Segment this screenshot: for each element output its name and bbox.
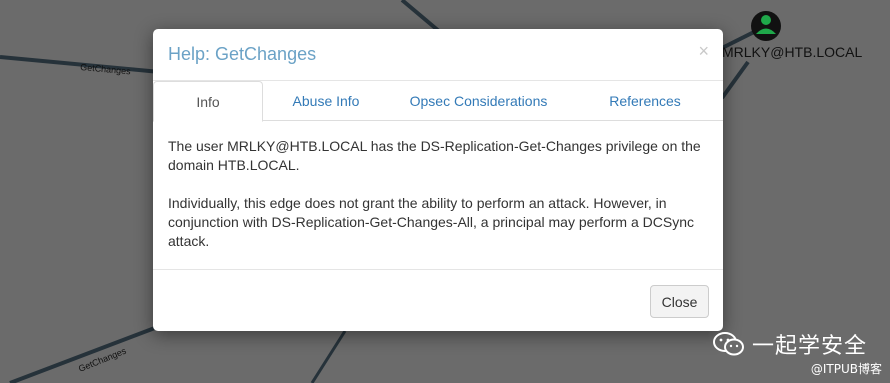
tab-opsec-considerations[interactable]: Opsec Considerations — [393, 81, 564, 121]
help-modal: Help: GetChanges × Info Abuse Info Opsec… — [153, 29, 723, 331]
watermark-subtext: @ITPUB博客 — [810, 362, 882, 376]
watermark: 一起学安全 — [712, 328, 867, 360]
tab-content-info: The user MRLKY@HTB.LOCAL has the DS-Repl… — [168, 137, 708, 270]
user-node[interactable] — [751, 11, 781, 41]
modal-title: Help: GetChanges — [168, 44, 317, 64]
close-icon[interactable]: × — [698, 42, 709, 60]
tab-info[interactable]: Info — [153, 81, 263, 122]
info-paragraph: The user MRLKY@HTB.LOCAL has the DS-Repl… — [168, 138, 701, 173]
watermark-text: 一起学安全 — [752, 334, 868, 359]
wechat-icon — [713, 332, 744, 356]
modal-header: Help: GetChanges × — [153, 29, 723, 81]
user-node-label: MRLKY@HTB.LOCAL — [722, 44, 863, 60]
info-paragraph: Individually, this edge does not grant t… — [168, 195, 694, 249]
close-button[interactable]: Close — [650, 285, 709, 318]
user-head-icon — [761, 15, 771, 25]
tab-abuse-info[interactable]: Abuse Info — [265, 81, 387, 121]
modal-footer: Close — [153, 269, 723, 331]
tab-references[interactable]: References — [573, 81, 717, 121]
tab-bar: Info Abuse Info Opsec Considerations Ref… — [153, 81, 723, 122]
